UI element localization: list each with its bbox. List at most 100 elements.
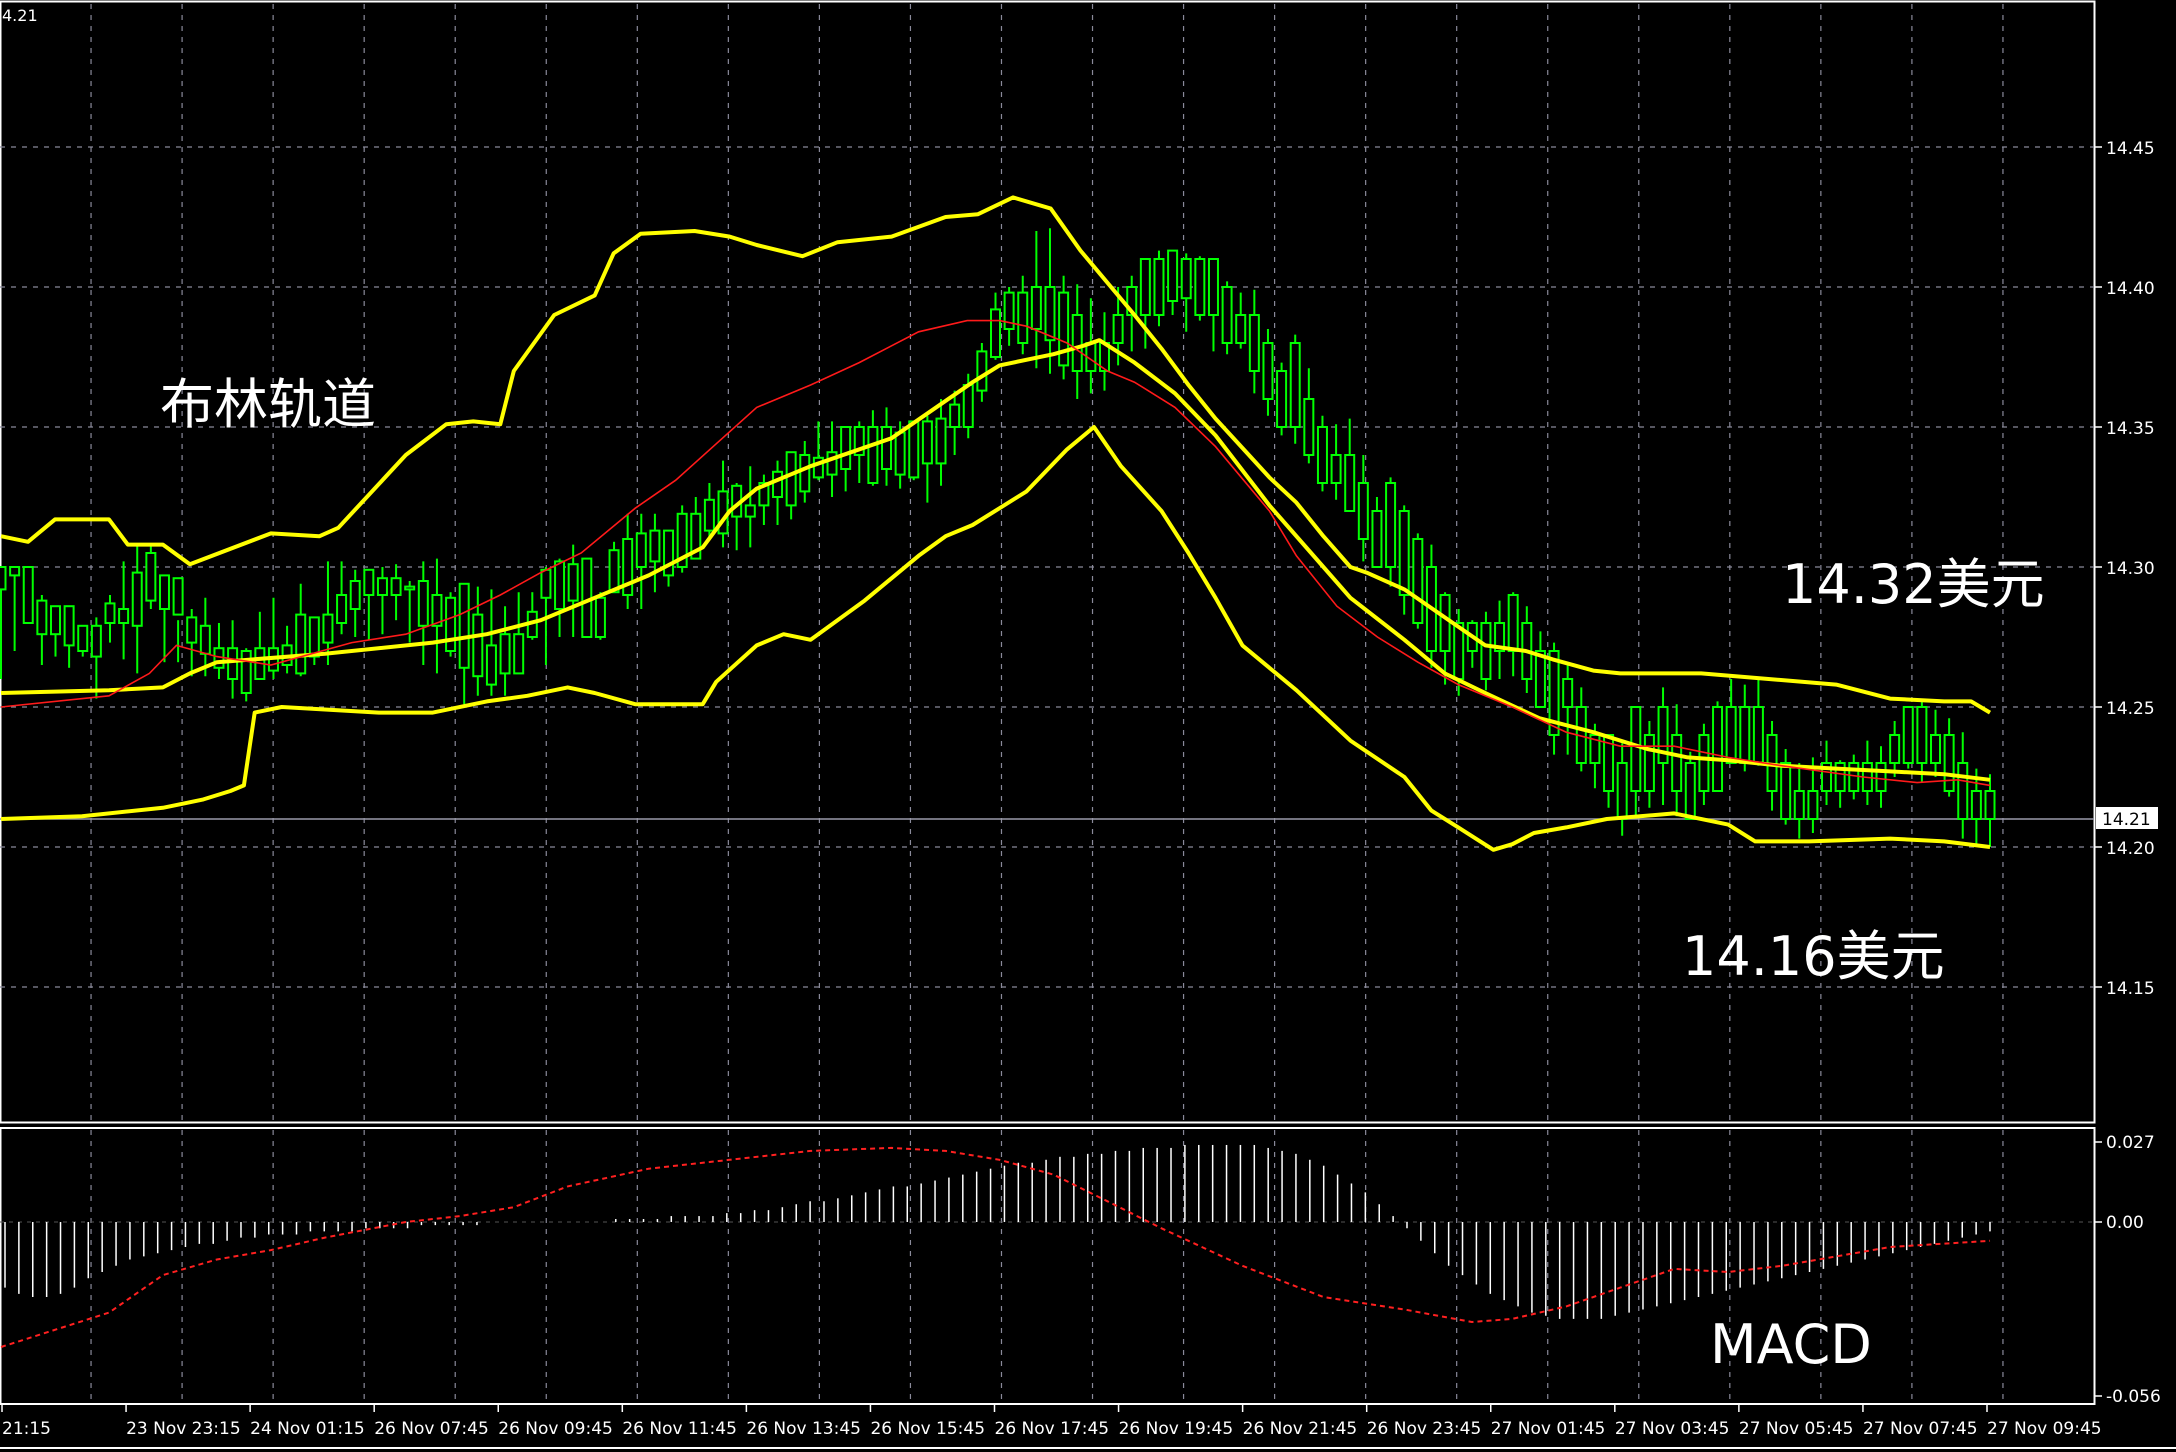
y-tick-label: 14.40 bbox=[2106, 279, 2155, 299]
candle-bullish bbox=[1371, 510, 1383, 568]
candle-bullish bbox=[1916, 706, 1928, 764]
x-tick-label: 26 Nov 19:45 bbox=[1119, 1419, 1234, 1439]
candle-bullish bbox=[458, 582, 470, 669]
candle-bullish bbox=[1725, 706, 1737, 764]
x-tick-label: 21:15 bbox=[2, 1419, 51, 1439]
chart-background bbox=[0, 0, 2176, 1452]
y-tick-label: 14.30 bbox=[2106, 559, 2155, 579]
candle-bullish bbox=[308, 616, 320, 658]
candle-bullish bbox=[826, 451, 838, 476]
candle-bullish bbox=[36, 599, 48, 636]
x-tick-label: 26 Nov 11:45 bbox=[622, 1419, 737, 1439]
candle-bullish bbox=[1534, 650, 1546, 708]
x-tick-label: 27 Nov 05:45 bbox=[1739, 1419, 1854, 1439]
candle-bullish bbox=[186, 616, 198, 644]
candle-bullish bbox=[1752, 706, 1764, 764]
candle-bullish bbox=[949, 403, 961, 429]
candle-bullish bbox=[199, 624, 211, 655]
candle-bullish bbox=[1562, 678, 1574, 708]
candle-bullish bbox=[22, 566, 34, 624]
candle-bullish bbox=[1357, 482, 1369, 540]
candle-bullish bbox=[1330, 454, 1342, 484]
candle-bullish bbox=[1207, 258, 1219, 316]
candle-bullish bbox=[1439, 594, 1451, 652]
x-tick-label: 26 Nov 21:45 bbox=[1243, 1419, 1358, 1439]
candle-bullish bbox=[1671, 734, 1683, 792]
current-price-label: 14.21 bbox=[2102, 810, 2151, 830]
candle-bullish bbox=[1221, 286, 1233, 344]
candle-bullish bbox=[1780, 762, 1792, 820]
candle-bullish bbox=[1643, 734, 1655, 792]
candle-bullish bbox=[118, 608, 130, 624]
candle-bullish bbox=[635, 532, 647, 569]
candle-bullish bbox=[1167, 249, 1179, 303]
candle-bullish bbox=[1957, 762, 1969, 820]
candle-bullish bbox=[77, 624, 89, 652]
candle-bullish bbox=[1970, 790, 1982, 820]
macd-label: MACD bbox=[1710, 1313, 1872, 1376]
candle-bullish bbox=[1793, 790, 1805, 820]
candle-bullish bbox=[703, 498, 715, 532]
y-tick-label: 14.45 bbox=[2106, 139, 2155, 159]
candle-bullish bbox=[1848, 762, 1860, 792]
candle-bullish bbox=[1412, 538, 1424, 624]
x-tick-label: 27 Nov 07:45 bbox=[1863, 1419, 1978, 1439]
candle-bullish bbox=[744, 504, 756, 518]
candle-bullish bbox=[772, 470, 784, 498]
candle-bullish bbox=[990, 308, 1001, 358]
candle-bullish bbox=[962, 384, 974, 428]
y-tick-label: 14.15 bbox=[2106, 979, 2155, 999]
x-tick-label: 27 Nov 03:45 bbox=[1615, 1419, 1730, 1439]
candle-bullish bbox=[131, 571, 143, 627]
candle-bullish bbox=[485, 644, 497, 686]
candle-bullish bbox=[1044, 286, 1056, 342]
candle-bullish bbox=[1875, 762, 1887, 792]
x-tick-label: 26 Nov 13:45 bbox=[746, 1419, 861, 1439]
candle-bullish bbox=[1316, 426, 1328, 484]
x-tick-label: 26 Nov 23:45 bbox=[1367, 1419, 1482, 1439]
candle-bullish bbox=[799, 454, 811, 493]
candle-bullish bbox=[1984, 790, 1996, 820]
x-tick-label: 26 Nov 15:45 bbox=[870, 1419, 985, 1439]
candle-bullish bbox=[1889, 734, 1901, 764]
candle-bullish bbox=[867, 426, 879, 484]
candle-bullish bbox=[976, 350, 988, 392]
candle-bullish bbox=[417, 580, 429, 627]
candle-bullish bbox=[172, 577, 184, 616]
candle-bullish bbox=[554, 560, 566, 611]
candle-bullish bbox=[881, 426, 893, 470]
candle-bullish bbox=[1698, 734, 1710, 792]
candle-bullish bbox=[894, 431, 906, 476]
candle-bullish bbox=[1480, 622, 1492, 680]
candle-bullish bbox=[295, 613, 307, 675]
candle-bullish bbox=[1684, 762, 1696, 820]
macd-y-tick-label: 0.00 bbox=[2106, 1213, 2144, 1233]
x-tick-label: 26 Nov 07:45 bbox=[374, 1419, 489, 1439]
candle-bullish bbox=[540, 568, 552, 599]
candle-bullish bbox=[376, 577, 388, 597]
candle-bullish bbox=[921, 420, 933, 465]
candle-bullish bbox=[90, 624, 102, 658]
candle-bullish bbox=[240, 650, 252, 694]
candle-bullish bbox=[1712, 706, 1724, 792]
macd-y-tick-label: 0.027 bbox=[2106, 1133, 2155, 1153]
macd-y-tick-label: -0.056 bbox=[2106, 1387, 2161, 1407]
x-tick-label: 26 Nov 17:45 bbox=[995, 1419, 1110, 1439]
candle-bullish bbox=[935, 417, 947, 465]
y-tick-label: 14.20 bbox=[2106, 839, 2155, 859]
candle-bullish bbox=[594, 596, 606, 638]
candle-bullish bbox=[63, 605, 75, 647]
candle-bullish bbox=[445, 596, 457, 652]
lower-price-label: 14.16美元 bbox=[1682, 925, 1945, 988]
candle-bullish bbox=[1180, 258, 1192, 300]
candle-bullish bbox=[0, 566, 7, 591]
candle-bullish bbox=[840, 426, 852, 470]
candle-bullish bbox=[1507, 594, 1519, 652]
x-tick-label: 24 Nov 01:15 bbox=[250, 1419, 365, 1439]
candle-bullish bbox=[1058, 291, 1070, 367]
candle-bullish bbox=[1616, 762, 1628, 820]
candle-bullish bbox=[104, 602, 116, 625]
candle-bullish bbox=[158, 574, 170, 611]
candle-bullish bbox=[349, 580, 361, 610]
bollinger-bands-label: 布林轨道 bbox=[160, 373, 376, 436]
